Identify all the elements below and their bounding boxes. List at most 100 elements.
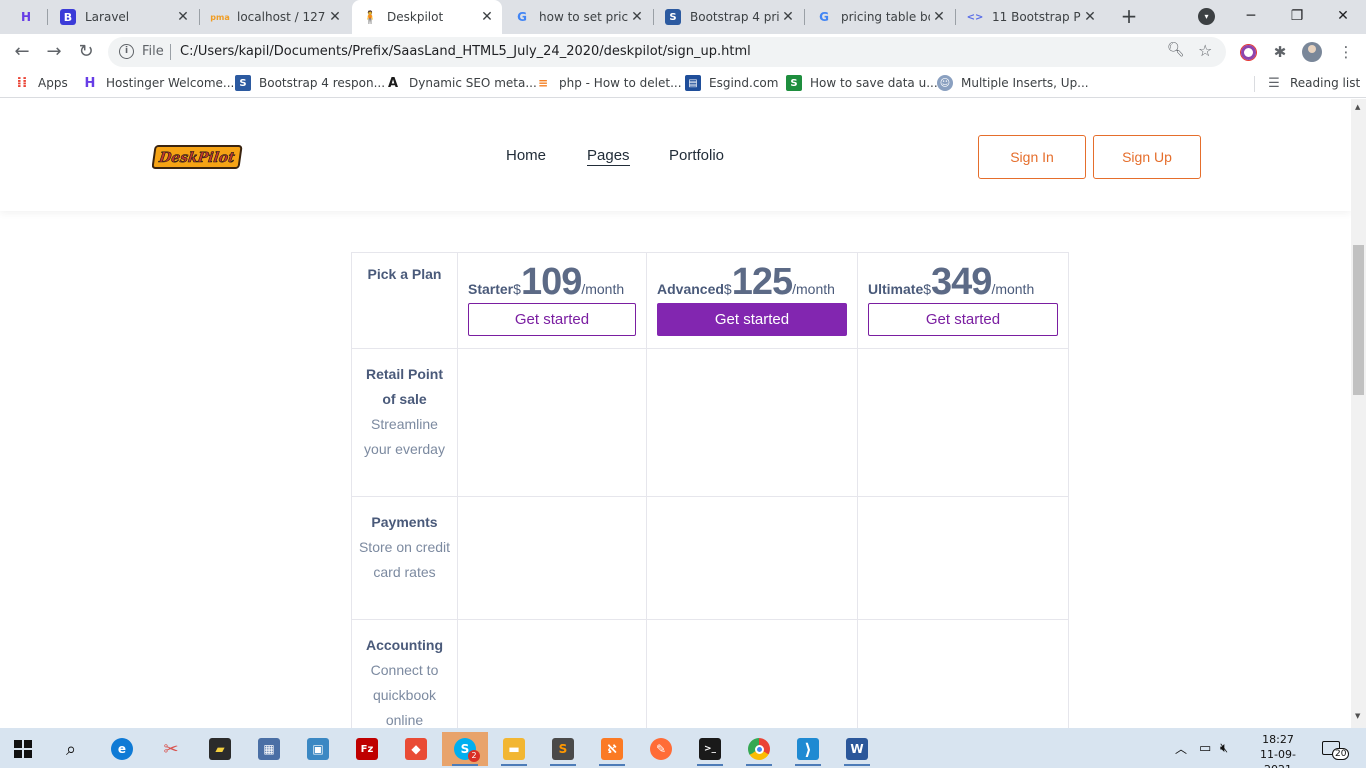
hostinger-icon: H — [20, 10, 32, 24]
terminal-icon[interactable]: >_ — [687, 732, 733, 766]
nav-home[interactable]: Home — [506, 147, 546, 164]
close-tab-icon[interactable]: ✕ — [478, 9, 496, 25]
windows-taskbar: ⌕ e ✂ ▰ ▦ ▣ Fz ◆ S 2 ▬ S ℵ ✎ >_ ⟩ W ︿ ▭ … — [0, 728, 1366, 768]
browser-tab[interactable]: G how to set pricin ✕ — [504, 0, 652, 34]
scroll-down-icon[interactable]: ▼ — [1355, 712, 1360, 720]
tab-search-icon[interactable]: ▾ — [1198, 8, 1215, 25]
get-started-button[interactable]: Get started — [468, 303, 636, 336]
s-icon: S — [786, 75, 802, 91]
bookmark-item[interactable]: ≡ php - How to delet... — [535, 75, 682, 91]
minimize-icon[interactable]: ─ — [1228, 4, 1274, 28]
stackoverflow-icon: ≡ — [537, 76, 549, 90]
get-started-button[interactable]: Get started — [657, 303, 847, 336]
bookmark-apps[interactable]: ⁞⁞ Apps — [14, 75, 68, 91]
menu-kebab-icon[interactable]: ⋮ — [1336, 42, 1356, 62]
feature-cell: Payments Store on credit card rates — [351, 496, 458, 620]
url-text[interactable]: C:/Users/kapil/Documents/Prefix/SaasLand… — [180, 44, 751, 59]
feature-row: Retail Point of sale Streamline your eve… — [351, 348, 1069, 497]
color-extension-icon[interactable] — [1238, 42, 1258, 62]
bookmark-item[interactable]: S How to save data u... — [786, 75, 938, 91]
reading-list[interactable]: ☰ Reading list — [1266, 75, 1360, 91]
browser-tab[interactable]: S Bootstrap 4 pric ✕ — [655, 0, 803, 34]
bookmark-star-icon[interactable]: ☆ — [1198, 41, 1212, 60]
system-clock[interactable]: 18:27 11-09-2021 — [1250, 732, 1306, 768]
start-button[interactable] — [0, 732, 46, 766]
skype-icon[interactable]: S 2 — [442, 732, 488, 766]
code-icon: <> — [966, 11, 984, 23]
browser-tab[interactable]: pma localhost / 127.0. ✕ — [202, 0, 350, 34]
browser-tab[interactable]: B Laravel ✕ — [50, 0, 198, 34]
bookmark-item[interactable]: ▤ Esgind.com — [685, 75, 778, 91]
site-logo[interactable]: DeskPilot — [152, 143, 244, 171]
clock-date: 11-09-2021 — [1260, 748, 1296, 768]
google-icon: G — [819, 10, 829, 24]
close-tab-icon[interactable]: ✕ — [628, 9, 646, 25]
close-tab-icon[interactable]: ✕ — [930, 9, 948, 25]
zoom-icon[interactable]: 🔍︎ — [1167, 42, 1185, 58]
feature-value-cell — [857, 348, 1069, 497]
network-icon[interactable]: ▦ — [246, 732, 292, 766]
snipping-tool-icon[interactable]: ✂ — [148, 732, 194, 766]
network-status-icon[interactable]: ▭ — [1199, 728, 1211, 768]
vscode-icon[interactable]: ⟩ — [785, 732, 831, 766]
scroll-up-icon[interactable]: ▲ — [1355, 103, 1360, 111]
page-scrollbar[interactable]: ▲ ▼ — [1351, 99, 1366, 728]
extensions-puzzle-icon[interactable]: ✱ — [1270, 42, 1290, 62]
plan-currency: $ — [513, 281, 521, 297]
sublime-text-icon[interactable]: S — [540, 732, 586, 766]
sign-in-button[interactable]: Sign In — [978, 135, 1086, 179]
forward-icon[interactable]: → — [42, 40, 66, 64]
skype-badge: 2 — [468, 750, 480, 762]
back-icon[interactable]: ← — [10, 40, 34, 64]
plan-period: /month — [581, 281, 625, 297]
plan-ultimate: Ultimate $ 349 /month Get started — [857, 252, 1069, 349]
edge-icon[interactable]: e — [99, 732, 145, 766]
nav-portfolio[interactable]: Portfolio — [669, 147, 724, 164]
search-icon[interactable]: ⌕ — [48, 732, 94, 766]
restore-icon[interactable]: ❐ — [1274, 4, 1320, 28]
browser-tab[interactable]: G pricing table boo ✕ — [806, 0, 954, 34]
pick-plan-label: Pick a Plan — [351, 252, 458, 349]
feature-value-cell — [646, 496, 858, 620]
close-tab-icon[interactable]: ✕ — [326, 9, 344, 25]
bookmark-item[interactable]: ☺ Multiple Inserts, Up... — [937, 75, 1089, 91]
get-started-button[interactable]: Get started — [868, 303, 1058, 336]
browser-tab-active[interactable]: 🧍 Deskpilot ✕ — [352, 0, 502, 34]
chrome-icon[interactable] — [736, 732, 782, 766]
control-panel-icon[interactable]: ▣ — [295, 732, 341, 766]
new-tab-button[interactable]: + — [1117, 4, 1141, 28]
close-window-icon[interactable]: ✕ — [1320, 4, 1366, 28]
address-bar[interactable]: i File C:/Users/kapil/Documents/Prefix/S… — [108, 37, 1226, 67]
laravel-icon: A — [387, 75, 399, 91]
browser-tab[interactable]: H — [8, 0, 46, 34]
profile-avatar[interactable] — [1302, 42, 1322, 62]
git-icon[interactable]: ◆ — [393, 732, 439, 766]
plan-advanced: Advanced $ 125 /month Get started — [646, 252, 858, 349]
close-tab-icon[interactable]: ✕ — [779, 9, 797, 25]
site-header: DeskPilot Home Pages Portfolio Sign In S… — [0, 99, 1351, 211]
info-icon[interactable]: i — [119, 44, 134, 59]
windows-logo-icon — [14, 740, 32, 758]
bookmark-item[interactable]: A Dynamic SEO meta... — [385, 75, 537, 91]
volume-muted-icon[interactable]: 🔇︎ — [1220, 728, 1228, 768]
scrollbar-thumb[interactable] — [1353, 245, 1364, 395]
browser-tab[interactable]: <> 11 Bootstrap Pric ✕ — [957, 0, 1105, 34]
postman-icon[interactable]: ✎ — [638, 732, 684, 766]
notifications-icon[interactable]: 20 — [1322, 728, 1357, 768]
tray-chevron-icon[interactable]: ︿ — [1175, 728, 1187, 768]
bootstrap-icon: B — [60, 9, 76, 25]
nav-pages[interactable]: Pages — [587, 147, 630, 166]
close-tab-icon[interactable]: ✕ — [174, 9, 192, 25]
filezilla-icon[interactable]: Fz — [344, 732, 390, 766]
reload-icon[interactable]: ↻ — [74, 40, 98, 64]
feature-name: Payments — [371, 514, 438, 530]
close-tab-icon[interactable]: ✕ — [1081, 9, 1099, 25]
sign-up-button[interactable]: Sign Up — [1093, 135, 1201, 179]
xampp-icon[interactable]: ℵ — [589, 732, 635, 766]
bookmark-item[interactable]: H Hostinger Welcome... — [82, 75, 235, 91]
google-icon: G — [517, 10, 527, 24]
sticky-notes-icon[interactable]: ▰ — [197, 732, 243, 766]
file-explorer-icon[interactable]: ▬ — [491, 732, 537, 766]
word-icon[interactable]: W — [834, 732, 880, 766]
bookmark-item[interactable]: S Bootstrap 4 respon... — [235, 75, 385, 91]
